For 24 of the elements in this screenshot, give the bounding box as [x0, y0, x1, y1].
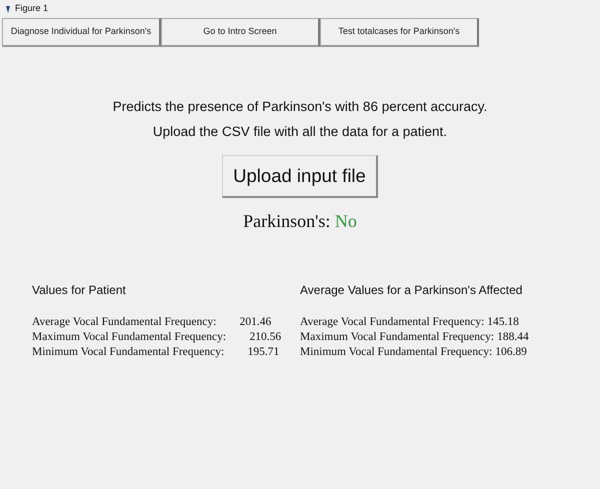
value-label: Maximum Vocal Fundamental Frequency:: [300, 330, 494, 345]
value-text: 210.56: [248, 330, 282, 345]
panel-heading: Values for Patient: [32, 282, 127, 299]
value-label: Maximum Vocal Fundamental Frequency:: [32, 330, 226, 345]
value-label: Average Vocal Fundamental Frequency:: [300, 314, 484, 330]
value-text: 195.71: [246, 344, 280, 360]
tab-button[interactable]: Go to Intro Screen: [161, 18, 320, 47]
window-icon: [6, 6, 10, 12]
tab-button[interactable]: Diagnose Individual for Parkinson's: [2, 18, 161, 47]
value-label: Minimum Vocal Fundamental Frequency:: [300, 344, 492, 360]
window-title: Figure 1: [15, 2, 48, 16]
value-text: 201.46: [238, 314, 272, 330]
result-label: Parkinson's:: [243, 210, 330, 231]
intro-text: Predicts the presence of Parkinson's with 86 percent accuracy.: [112, 98, 488, 116]
value-text: 106.89: [495, 344, 527, 360]
upload-button[interactable]: Upload input file: [222, 155, 378, 198]
intro-text: Upload the CSV file with all the data for a patient.: [152, 123, 448, 141]
panel-heading: Average Values for a Parkinson's Affected: [300, 282, 524, 299]
value-text: 145.18: [487, 314, 519, 330]
result-value: No: [334, 210, 357, 231]
value-label: Minimum Vocal Fundamental Frequency:: [32, 344, 224, 360]
value-label: Average Vocal Fundamental Frequency:: [32, 314, 216, 330]
value-text: 188.44: [497, 330, 529, 345]
tab-button[interactable]: Test totalcases for Parkinson's: [320, 18, 479, 47]
